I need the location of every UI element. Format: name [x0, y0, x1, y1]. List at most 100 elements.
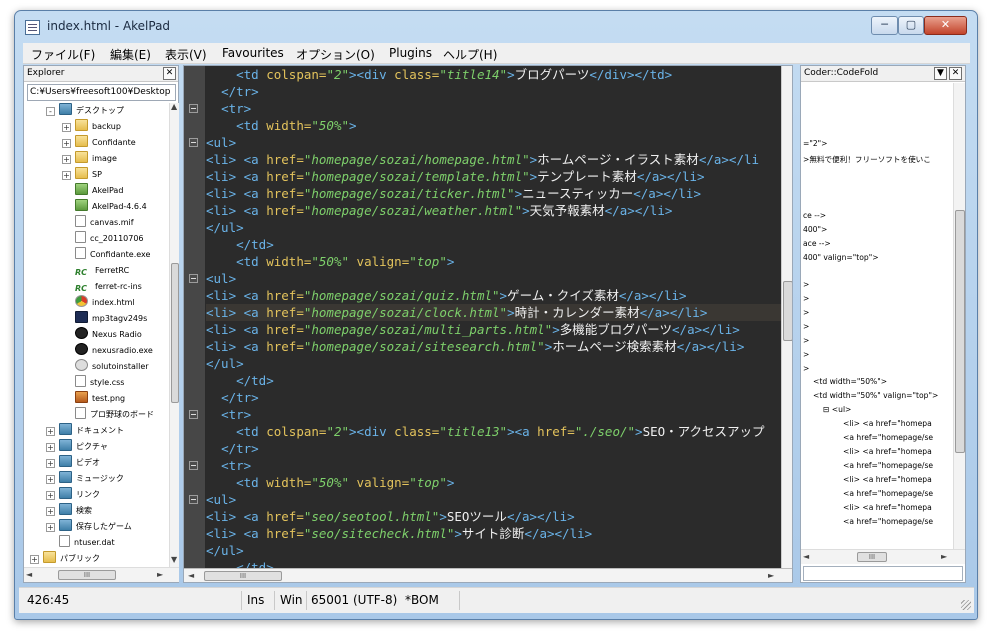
tree-item[interactable]: index.html — [62, 295, 135, 310]
title-bar[interactable]: index.html - AkelPad ─ ▢ ✕ — [15, 11, 977, 41]
expand-node-icon[interactable]: + — [46, 443, 55, 452]
expand-node-icon[interactable]: + — [46, 507, 55, 516]
codefold-close-button[interactable]: ✕ — [949, 67, 962, 80]
fold-gutter[interactable] — [184, 66, 206, 568]
codefold-hscroll-thumb[interactable]: III — [857, 552, 887, 562]
code-line[interactable]: <td width="50%" valign="top"> — [206, 474, 454, 491]
tree-item[interactable]: test.png — [62, 391, 125, 406]
tree-item[interactable]: RC ferret-rc-ins — [62, 279, 142, 295]
editor-vertical-scrollbar[interactable] — [781, 66, 792, 568]
explorer-close-button[interactable]: ✕ — [163, 67, 176, 80]
code-line[interactable]: <td colspan="2"><div class="title13"><a … — [206, 423, 764, 440]
codefold-node[interactable]: <a href="homepage/se — [843, 459, 933, 472]
code-line[interactable]: <li> <a href="homepage/sozai/homepage.ht… — [206, 151, 759, 168]
code-line[interactable]: <li> <a href="homepage/sozai/ticker.html… — [206, 185, 701, 202]
scroll-right-arrow-icon[interactable]: ► — [157, 570, 163, 579]
code-line[interactable]: </ul> — [206, 219, 244, 236]
code-line[interactable]: <li> <a href="homepage/sozai/multi_parts… — [206, 321, 740, 338]
code-line[interactable]: </tr> — [206, 440, 259, 457]
tree-item[interactable]: canvas.mif — [62, 215, 134, 230]
codefold-node[interactable]: 400"> — [803, 223, 827, 236]
codefold-node[interactable]: >無料で便利！フリーソフトを使いこ — [803, 153, 931, 166]
tree-item[interactable]: Nexus Radio — [62, 327, 142, 342]
codefold-node[interactable]: <td width="50%" valign="top"> — [813, 389, 938, 402]
editor-hscroll-thumb[interactable]: III — [204, 571, 282, 581]
explorer-path-field[interactable]: C:¥Users¥freesoft100¥Desktop — [27, 84, 176, 101]
code-line[interactable]: </tr> — [206, 83, 259, 100]
codefold-node[interactable]: ce --> — [803, 209, 826, 222]
codefold-node[interactable]: <li> <a href="homepa — [843, 473, 932, 486]
expand-node-icon[interactable]: + — [62, 139, 71, 148]
code-line[interactable]: <ul> — [206, 134, 236, 151]
code-line[interactable]: <tr> — [206, 457, 251, 474]
tree-item[interactable]: cc_20110706 — [62, 231, 144, 246]
code-line[interactable]: <li> <a href="seo/sitecheck.html">サイト診断<… — [206, 525, 592, 542]
expand-node-icon[interactable]: + — [46, 491, 55, 500]
editor-horizontal-scrollbar[interactable]: ◄ III ► — [184, 568, 792, 582]
explorer-scroll-thumb[interactable] — [171, 263, 179, 403]
tree-item[interactable]: + Confidante — [62, 135, 136, 150]
codefold-node[interactable]: > — [803, 348, 809, 361]
menu-help[interactable]: ヘルプ(H) — [443, 46, 497, 63]
akelpad-app-icon[interactable] — [25, 20, 40, 35]
code-line[interactable]: <li> <a href="homepage/sozai/weather.htm… — [206, 202, 672, 219]
code-line[interactable]: <tr> — [206, 100, 251, 117]
expand-node-icon[interactable]: + — [62, 171, 71, 180]
tree-item[interactable]: Confidante.exe — [62, 247, 150, 262]
code-line[interactable]: </ul> — [206, 542, 244, 559]
code-line[interactable]: <li> <a href="homepage/sozai/template.ht… — [206, 168, 705, 185]
codefold-scroll-thumb[interactable] — [955, 210, 965, 453]
current-code-line[interactable]: <li> <a href="homepage/sozai/clock.html"… — [206, 304, 781, 321]
tree-item[interactable]: RC FerretRC — [62, 263, 129, 279]
codefold-tree[interactable]: ="2"> >無料で便利！フリーソフトを使いこ ce --> 400"> ace -->… — [801, 83, 951, 549]
fold-toggle-icon[interactable] — [189, 104, 198, 113]
code-line[interactable]: </tr> — [206, 389, 259, 406]
codefold-filter-input[interactable] — [803, 566, 963, 581]
codefold-scroll-left-arrow-icon[interactable]: ◄ — [803, 552, 809, 561]
codefold-vertical-scrollbar[interactable] — [953, 83, 965, 549]
fold-toggle-icon[interactable] — [189, 274, 198, 283]
collapse-node-icon[interactable]: - — [46, 107, 55, 116]
code-line[interactable]: <ul> — [206, 491, 236, 508]
scroll-up-arrow-icon[interactable]: ▲ — [171, 102, 177, 111]
tree-item[interactable]: + SP — [62, 167, 102, 182]
resize-grip-icon[interactable] — [961, 600, 971, 610]
tree-item[interactable]: + リンク — [46, 487, 100, 502]
explorer-horizontal-scrollbar[interactable]: ◄ III ► — [24, 567, 179, 582]
codefold-node[interactable]: > — [803, 320, 809, 333]
tree-item[interactable]: mp3tagv249s — [62, 311, 147, 326]
code-line[interactable]: </td> — [206, 559, 274, 568]
codefold-node[interactable]: <a href="homepage/se — [843, 515, 933, 528]
menu-file[interactable]: ファイル(F) — [31, 46, 95, 63]
editor-scroll-right-arrow-icon[interactable]: ► — [768, 571, 774, 580]
codefold-node[interactable]: <li> <a href="homepa — [843, 445, 932, 458]
codefold-node[interactable]: > — [803, 292, 809, 305]
code-line[interactable]: <ul> — [206, 270, 236, 287]
tree-item[interactable]: ntuser.dat — [46, 535, 115, 550]
tree-item[interactable]: + backup — [62, 119, 121, 134]
fold-toggle-icon[interactable] — [189, 410, 198, 419]
scroll-left-arrow-icon[interactable]: ◄ — [26, 570, 32, 579]
tree-item[interactable]: プロ野球のボード — [62, 407, 154, 422]
tree-item[interactable]: style.css — [62, 375, 124, 390]
code-line[interactable]: </ul> — [206, 355, 244, 372]
tree-item[interactable]: + ビデオ — [46, 455, 100, 470]
tree-item[interactable]: + ミュージック — [46, 471, 124, 486]
menu-favourites[interactable]: Favourites — [222, 46, 284, 60]
editor-scroll-thumb[interactable] — [783, 281, 792, 341]
expand-node-icon[interactable]: + — [30, 555, 39, 564]
explorer-hscroll-thumb[interactable]: III — [58, 570, 116, 580]
codefold-node[interactable]: > — [803, 278, 809, 291]
minimize-button[interactable]: ─ — [871, 16, 898, 35]
tree-item[interactable]: + 保存したゲーム — [46, 519, 132, 534]
codefold-node[interactable]: > — [803, 362, 809, 375]
code-line[interactable]: <td width="50%"> — [206, 117, 356, 134]
tree-item[interactable]: + ピクチャ — [46, 439, 108, 454]
code-line[interactable]: <li> <a href="seo/seotool.html">SEOツール</… — [206, 508, 575, 525]
scroll-down-arrow-icon[interactable]: ▼ — [171, 555, 177, 564]
status-newline-format[interactable]: Win — [280, 593, 303, 607]
code-line[interactable]: <td width="50%" valign="top"> — [206, 253, 454, 270]
code-line[interactable]: <li> <a href="homepage/sozai/quiz.html">… — [206, 287, 687, 304]
tree-item[interactable]: + image — [62, 151, 117, 166]
codefold-node[interactable]: ⊟ <ul> — [823, 403, 851, 416]
